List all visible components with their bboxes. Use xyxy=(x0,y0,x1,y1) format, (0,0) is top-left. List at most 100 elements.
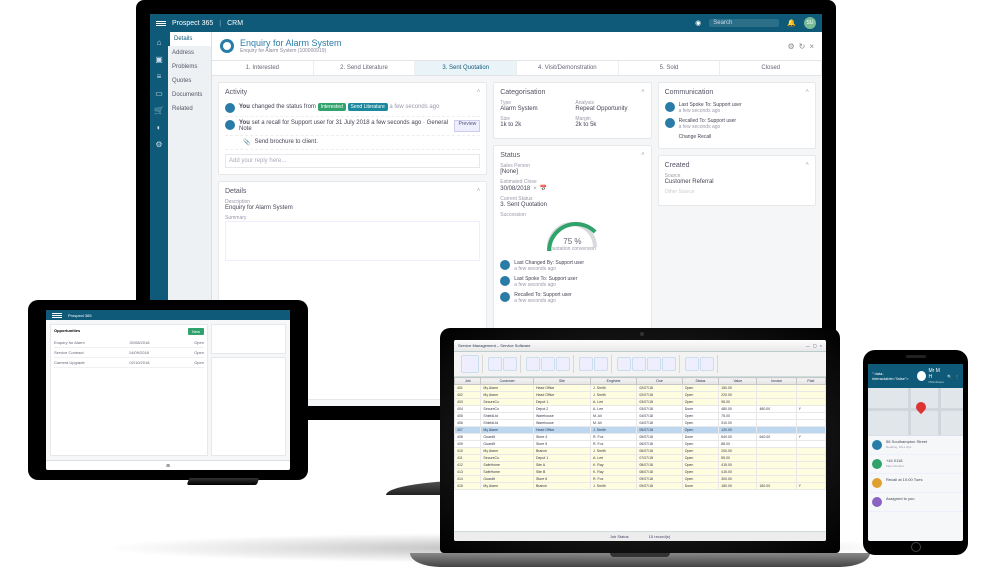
home-icon[interactable]: ⌂ xyxy=(157,38,162,47)
phone-home-button[interactable] xyxy=(911,542,921,552)
ribbon-icon[interactable] xyxy=(647,357,661,371)
ribbon-icon[interactable] xyxy=(632,357,646,371)
grid-row[interactable]: 410My AlarmBranchJ. Smith06/07/18Open200… xyxy=(455,448,826,455)
ribbon-icon[interactable] xyxy=(685,357,699,371)
grid-row[interactable]: 405ShieldLtdWarehouseM. Ali04/07/18Open7… xyxy=(455,413,826,420)
doc-icon[interactable]: ▭ xyxy=(155,89,163,98)
sidebar-item-address[interactable]: Address xyxy=(168,46,211,60)
type-select[interactable]: Alarm System xyxy=(500,106,569,112)
calendar-icon[interactable]: 📅 xyxy=(540,185,547,192)
hamburger-icon[interactable] xyxy=(156,21,166,26)
grid-row[interactable]: 402My AlarmHead OfficeJ. Smith02/07/18Op… xyxy=(455,392,826,399)
window-min-icon[interactable]: — xyxy=(806,343,810,348)
ribbon-icon[interactable] xyxy=(556,357,570,371)
preview-button[interactable]: Preview xyxy=(454,120,480,132)
ribbon-icon[interactable] xyxy=(526,357,540,371)
comm-item[interactable]: Recalled To: Support usera few seconds a… xyxy=(665,116,809,132)
stage-3[interactable]: 3. Sent Quotation xyxy=(415,61,517,75)
grid-row[interactable]: 413SafeHomeSite BK. Ray08/07/18Open415.0… xyxy=(455,469,826,476)
stage-1[interactable]: 1. Interested xyxy=(212,61,314,75)
grid-column-header[interactable]: Invoice xyxy=(757,378,796,385)
grid-row[interactable]: 415My AlarmBranchJ. Smith09/07/18Done180… xyxy=(455,483,826,490)
grid-row[interactable]: 412SafeHomeSite AK. Ray08/07/18Open415.0… xyxy=(455,462,826,469)
building-icon[interactable]: ▣ xyxy=(155,55,163,64)
window-close-icon[interactable]: × xyxy=(820,343,822,348)
help-icon[interactable]: ◉ xyxy=(695,19,701,27)
contact-map[interactable] xyxy=(868,388,963,436)
ribbon-icon[interactable] xyxy=(594,357,608,371)
settings-icon[interactable]: ⚙ xyxy=(787,42,794,51)
size-select[interactable]: 1k to 2k xyxy=(500,122,569,128)
cart-icon[interactable]: 🛒 xyxy=(154,106,164,115)
list-icon[interactable]: ≡ xyxy=(157,72,162,81)
ribbon-icon[interactable] xyxy=(541,357,555,371)
stage-5[interactable]: 5. Sold xyxy=(619,61,721,75)
change-recall-link[interactable]: Change Recall xyxy=(665,132,809,142)
ribbon-icon[interactable] xyxy=(503,357,517,371)
comm-item[interactable]: Last Spoke To: Support usera few seconds… xyxy=(665,100,809,116)
hamburger-icon[interactable] xyxy=(52,313,62,318)
tablet-row[interactable]: Service Contract14/09/2018Open xyxy=(54,348,204,358)
grid-row[interactable]: 404SecureCoDepot 2A. Lee03/07/18Done480.… xyxy=(455,406,826,413)
ribbon-icon[interactable] xyxy=(662,357,676,371)
estimated-close-date[interactable]: 30/08/2018 xyxy=(500,186,530,192)
grid-row[interactable]: 408GuardItStore 4R. Fox05/07/18Done640.0… xyxy=(455,434,826,441)
tablet-row[interactable]: Enquiry for Alarm30/08/2018Open xyxy=(54,338,204,348)
contact-address-item[interactable]: 56 Southampton StreetReading, RG1 2QL xyxy=(868,436,963,455)
clear-date-icon[interactable]: × xyxy=(533,186,537,192)
ribbon-icon[interactable] xyxy=(700,357,714,371)
sidebar-item-quotes[interactable]: Quotes xyxy=(168,74,211,88)
grid-column-header[interactable]: Job xyxy=(455,378,481,385)
grid-column-header[interactable]: Paid xyxy=(796,378,825,385)
contact-assign-item[interactable]: Assigned to you xyxy=(868,493,963,512)
user-avatar[interactable]: SU xyxy=(804,17,816,29)
ribbon-icon[interactable] xyxy=(617,357,631,371)
margin-select[interactable]: 2k to 5k xyxy=(575,122,644,128)
summary-textarea[interactable] xyxy=(225,221,480,261)
grid-row[interactable]: 409GuardItStore 5R. Fox06/07/18Open88.00 xyxy=(455,441,826,448)
grid-row[interactable]: 403SecureCoDepot 1A. Lee03/07/18Open95.0… xyxy=(455,399,826,406)
ribbon-icon[interactable] xyxy=(579,357,593,371)
phone-search-icon[interactable]: 🔍 xyxy=(947,374,952,379)
window-max-icon[interactable]: ▢ xyxy=(813,343,817,348)
global-search-input[interactable]: Search xyxy=(709,19,779,27)
grid-column-header[interactable]: Engineer xyxy=(591,378,637,385)
grid-row[interactable]: 401My AlarmHead OfficeJ. Smith02/07/18Op… xyxy=(455,385,826,392)
grid-row[interactable]: 407My AlarmHead OfficeJ. Smith05/07/18Op… xyxy=(455,427,826,434)
source-select[interactable]: Customer Referral xyxy=(665,179,809,185)
activity-note: 📎 Send brochure to client. xyxy=(225,136,480,150)
close-icon[interactable]: × xyxy=(809,42,814,51)
stage-2[interactable]: 2. Send Literature xyxy=(314,61,416,75)
windows-logo-icon[interactable]: ⊞ xyxy=(46,460,290,470)
sidebar-item-details[interactable]: Details xyxy=(168,32,211,46)
sidebar-item-documents[interactable]: Documents xyxy=(168,88,211,102)
sidebar-item-problems[interactable]: Problems xyxy=(168,60,211,74)
contact-recall-item[interactable]: Recall at 10:00 Tues xyxy=(868,474,963,493)
headset-icon[interactable]: ◐ xyxy=(157,123,162,132)
phone-menu-icon[interactable]: ⋮ xyxy=(955,374,959,379)
stage-4[interactable]: 4. Visit/Demonstration xyxy=(517,61,619,75)
ribbon-icon[interactable] xyxy=(461,355,479,373)
ribbon-icon[interactable] xyxy=(488,357,502,371)
tablet-new-button[interactable]: New xyxy=(188,328,204,335)
laptop-data-grid[interactable]: JobCustomerSiteEngineerDueStatusValueInv… xyxy=(454,377,826,531)
tablet-row[interactable]: Camera Upgrade02/10/2018Open xyxy=(54,358,204,368)
grid-column-header[interactable]: Value xyxy=(719,378,757,385)
grid-row[interactable]: 414GuardItStore 6R. Fox09/07/18Open300.0… xyxy=(455,476,826,483)
sales-person-select[interactable]: [None] xyxy=(500,169,644,175)
sidebar-item-related[interactable]: Related xyxy=(168,102,211,116)
grid-column-header[interactable]: Customer xyxy=(481,378,534,385)
gear-icon[interactable]: ⚙ xyxy=(155,140,162,149)
notification-bell-icon[interactable]: 🔔 xyxy=(787,19,796,27)
grid-column-header[interactable]: Site xyxy=(533,378,590,385)
refresh-icon[interactable]: ↻ xyxy=(799,42,806,51)
analysis-select[interactable]: Repeat Opportunity xyxy=(575,106,644,112)
contact-phone-item[interactable]: +44 0118Main Number xyxy=(868,455,963,474)
stage-closed[interactable]: Closed xyxy=(720,61,822,75)
grid-row[interactable]: 406ShieldLtdWarehouseM. Ali04/07/18Open3… xyxy=(455,420,826,427)
reply-input[interactable]: Add your reply here... xyxy=(225,154,480,168)
grid-row[interactable]: 411SecureCoDepot 1A. Lee07/07/18Open55.0… xyxy=(455,455,826,462)
grid-column-header[interactable]: Due xyxy=(637,378,682,385)
grid-column-header[interactable]: Status xyxy=(682,378,718,385)
description-value[interactable]: Enquiry for Alarm System xyxy=(225,205,480,211)
